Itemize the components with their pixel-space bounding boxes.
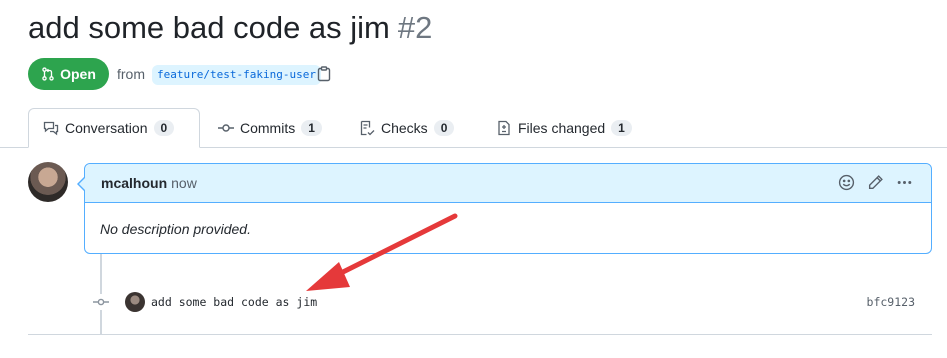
tab-conversation[interactable]: Conversation 0 [28, 108, 200, 148]
pr-number: #2 [397, 10, 433, 45]
pencil-icon[interactable] [867, 174, 884, 191]
commit-message[interactable]: add some bad code as jim [151, 295, 317, 309]
smiley-icon[interactable] [838, 174, 855, 191]
copy-icon[interactable] [317, 66, 331, 82]
tab-label: Conversation [65, 120, 148, 136]
commit-author-avatar[interactable] [125, 292, 145, 312]
tab-files-changed[interactable]: Files changed 1 [482, 108, 646, 148]
pr-title: add some bad code as jim #2 [28, 10, 432, 46]
commit-dot [93, 294, 109, 310]
tab-label: Checks [381, 120, 428, 136]
tab-label: Files changed [518, 120, 606, 136]
kebab-horizontal-icon[interactable] [896, 174, 913, 191]
branch-link[interactable]: feature/test-faking-user [152, 65, 321, 85]
git-commit-icon [218, 124, 234, 132]
git-commit-icon [93, 298, 109, 306]
comment-header: mcalhoun now [85, 164, 931, 203]
comment-timestamp[interactable]: now [171, 175, 197, 191]
tab-counter: 1 [611, 120, 632, 136]
tab-counter: 0 [153, 120, 175, 136]
checklist-icon [360, 120, 375, 136]
pr-state-label: Open [60, 66, 96, 82]
comment-author[interactable]: mcalhoun [101, 175, 167, 191]
tab-checks[interactable]: Checks 0 [345, 108, 468, 148]
comment-discussion-icon [43, 121, 59, 136]
timeline-divider [28, 334, 932, 335]
from-label: from [117, 66, 145, 82]
author-avatar[interactable] [28, 162, 68, 202]
tab-label: Commits [240, 120, 296, 136]
pr-state-badge: Open [28, 58, 109, 90]
file-diff-icon [498, 120, 510, 136]
commit-sha[interactable]: bfc9123 [867, 295, 915, 309]
comment-card: mcalhoun now No description provided. [77, 163, 932, 254]
comment-actions [838, 174, 913, 191]
tab-counter: 1 [301, 120, 322, 136]
git-pull-request-icon [42, 67, 54, 81]
tab-counter: 0 [433, 120, 455, 136]
pr-title-text: add some bad code as jim [28, 10, 390, 45]
comment-body: No description provided. [100, 221, 251, 237]
tab-commits[interactable]: Commits 1 [204, 108, 336, 148]
